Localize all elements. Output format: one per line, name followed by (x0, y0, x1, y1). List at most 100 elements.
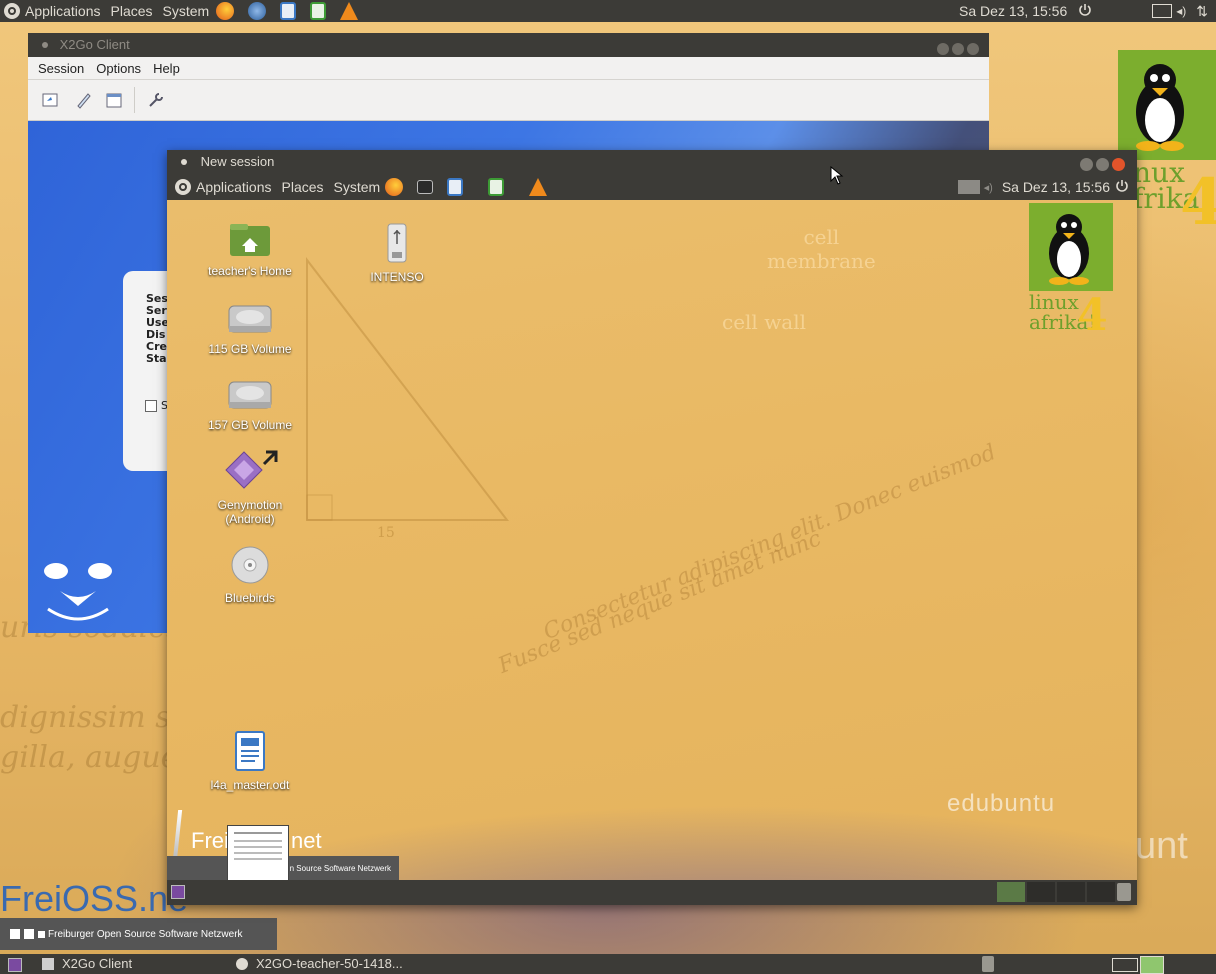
session-manager-icon[interactable] (104, 89, 126, 111)
volume-icon[interactable]: ◂) (1176, 4, 1186, 18)
desktop-icon-usb[interactable]: INTENSO (342, 222, 452, 284)
session-titlebar[interactable]: New session (167, 150, 1137, 174)
session-freioss-banner-text: n Source Software Netzwerk (289, 863, 391, 873)
task-x2go-client-label: X2Go Client (62, 956, 133, 971)
x2go-task-icon (42, 958, 54, 970)
session-task-icon (236, 958, 248, 970)
top-panel: Applications Places System Sa Dez 13, 15… (0, 0, 1216, 22)
session-vlc-icon[interactable] (529, 178, 548, 196)
desktop-icon-volume-157[interactable]: 157 GB Volume (195, 376, 305, 432)
edit-session-icon[interactable] (72, 89, 94, 111)
x2go-menubar: Session Options Help (28, 57, 989, 80)
network-icon[interactable]: ⇅ (1196, 3, 1208, 20)
calc-icon[interactable] (310, 2, 327, 20)
session-bottom-panel (167, 880, 1137, 905)
close-button[interactable] (967, 43, 979, 55)
menu-options[interactable]: Options (90, 61, 147, 76)
desktop-icon-bluebirds[interactable]: Bluebirds (195, 545, 305, 605)
settings-icon[interactable] (145, 89, 167, 111)
session-maximize-button[interactable] (1096, 158, 1109, 171)
system-menu[interactable]: System (158, 0, 215, 22)
mouse-cursor-icon (830, 166, 844, 185)
session-freioss-frei: Frei (191, 828, 229, 853)
session-desktop: cell membrane cell wall 15 Consectetur a… (167, 200, 1137, 883)
session-system-menu[interactable]: System (329, 176, 386, 198)
session-firefox-icon[interactable] (385, 178, 404, 196)
session-minimize-button[interactable] (1080, 158, 1093, 171)
cell-wall-text: cell wall (722, 310, 807, 334)
workspace-switcher-2[interactable] (1140, 956, 1164, 974)
desktop-icon-genymotion[interactable]: Genymotion (Android) (195, 448, 305, 526)
task-x2go-client[interactable]: X2Go Client (34, 954, 232, 974)
session-checkbox-row[interactable]: S (145, 399, 168, 412)
session-ubuntu-menu-icon[interactable] (175, 179, 191, 195)
workspace-1[interactable] (997, 882, 1025, 902)
freioss-text: FreiOSS.ne (0, 878, 189, 919)
thunderbird-icon[interactable] (248, 2, 267, 20)
desktop-icon-usb-label: INTENSO (370, 270, 424, 284)
session-show-desktop-icon[interactable] (171, 885, 185, 899)
desktop-icon-document[interactable]: l4a_master.odt (195, 730, 305, 792)
desktop-icon-volume-115[interactable]: 115 GB Volume (195, 300, 305, 356)
desktop-icon-genymotion-label: Genymotion (Android) (217, 498, 283, 526)
session-top-panel: Applications Places System ◂) Sa Dez 13,… (167, 174, 1137, 200)
show-desktop-icon[interactable] (8, 958, 22, 972)
session-checkbox[interactable] (145, 399, 157, 412)
keyboard-icon[interactable] (1152, 4, 1173, 18)
workspace-4[interactable] (1087, 882, 1115, 902)
session-calc-icon[interactable] (488, 178, 505, 196)
session-window-menu-icon[interactable] (181, 159, 187, 165)
minimize-button[interactable] (937, 43, 949, 55)
desktop-icon-volume-115-label: 115 GB Volume (208, 342, 292, 356)
desktop-icon-home-label: teacher's Home (208, 264, 292, 278)
session-clock[interactable]: Sa Dez 13, 15:56 (997, 176, 1115, 198)
edubuntu-text: edubuntu (947, 790, 1056, 817)
document-thumbnail[interactable] (227, 825, 289, 883)
menu-help[interactable]: Help (147, 61, 186, 76)
writer-icon[interactable] (280, 2, 297, 20)
session-writer-icon[interactable] (447, 178, 464, 196)
trash-icon[interactable] (982, 956, 994, 972)
places-menu[interactable]: Places (106, 0, 158, 22)
menu-session[interactable]: Session (28, 61, 90, 76)
session-terminal-icon[interactable] (417, 180, 434, 194)
shutdown-icon[interactable] (1078, 3, 1092, 20)
workspace-3[interactable] (1057, 882, 1085, 902)
x2go-toolbar (28, 80, 989, 121)
session-applications-menu[interactable]: Applications (191, 176, 277, 198)
firefox-icon[interactable] (216, 2, 235, 20)
task-x2go-session[interactable]: X2GO-teacher-50-1418... (228, 954, 436, 974)
fifteen-text: 15 (377, 525, 395, 541)
desktop-icon-home[interactable]: teacher's Home (195, 222, 305, 278)
session-volume-icon[interactable]: ◂) (984, 181, 993, 194)
session-places-menu[interactable]: Places (277, 176, 329, 198)
new-session-icon[interactable] (40, 89, 62, 111)
desktop-icon-volume-157-label: 157 GB Volume (207, 418, 293, 432)
bottom-taskbar: X2Go Client X2GO-teacher-50-1418... (0, 954, 1216, 974)
session-freioss-net: .net (284, 828, 322, 853)
desktop-icon-bluebirds-label: Bluebirds (224, 591, 276, 605)
x2go-panda-logo (38, 551, 118, 625)
triangle-diagram (306, 257, 510, 521)
x2go-titlebar[interactable]: X2Go Client (28, 33, 989, 57)
session-trash-icon[interactable] (1117, 883, 1131, 901)
freioss-banner: Freiburger Open Source Software Netzwerk (0, 918, 277, 950)
workspace-switcher-1[interactable] (1112, 958, 1138, 972)
workspace-2[interactable] (1027, 882, 1055, 902)
session-close-button[interactable] (1112, 158, 1125, 171)
clock[interactable]: Sa Dez 13, 15:56 (954, 0, 1072, 22)
desktop-number: 4 (1180, 165, 1216, 240)
x2go-window-title: X2Go Client (59, 37, 130, 52)
ubuntu-menu-icon[interactable] (4, 3, 20, 19)
applications-menu[interactable]: Applications (20, 0, 106, 22)
desktop-icon-document-label: l4a_master.odt (210, 778, 290, 792)
session-keyboard-icon[interactable] (957, 180, 980, 194)
vlc-icon[interactable] (340, 2, 359, 20)
latin-script-2: Fusce sed neque sit amet nunc (494, 526, 825, 679)
session-card-labels: Ses Ser Use Dis Cre Sta (146, 292, 169, 365)
linux-afrika-logo (1118, 50, 1216, 160)
freioss-banner-text: Freiburger Open Source Software Netzwerk (48, 928, 243, 940)
session-shutdown-icon[interactable] (1115, 179, 1129, 196)
window-menu-icon[interactable] (42, 42, 48, 48)
maximize-button[interactable] (952, 43, 964, 55)
